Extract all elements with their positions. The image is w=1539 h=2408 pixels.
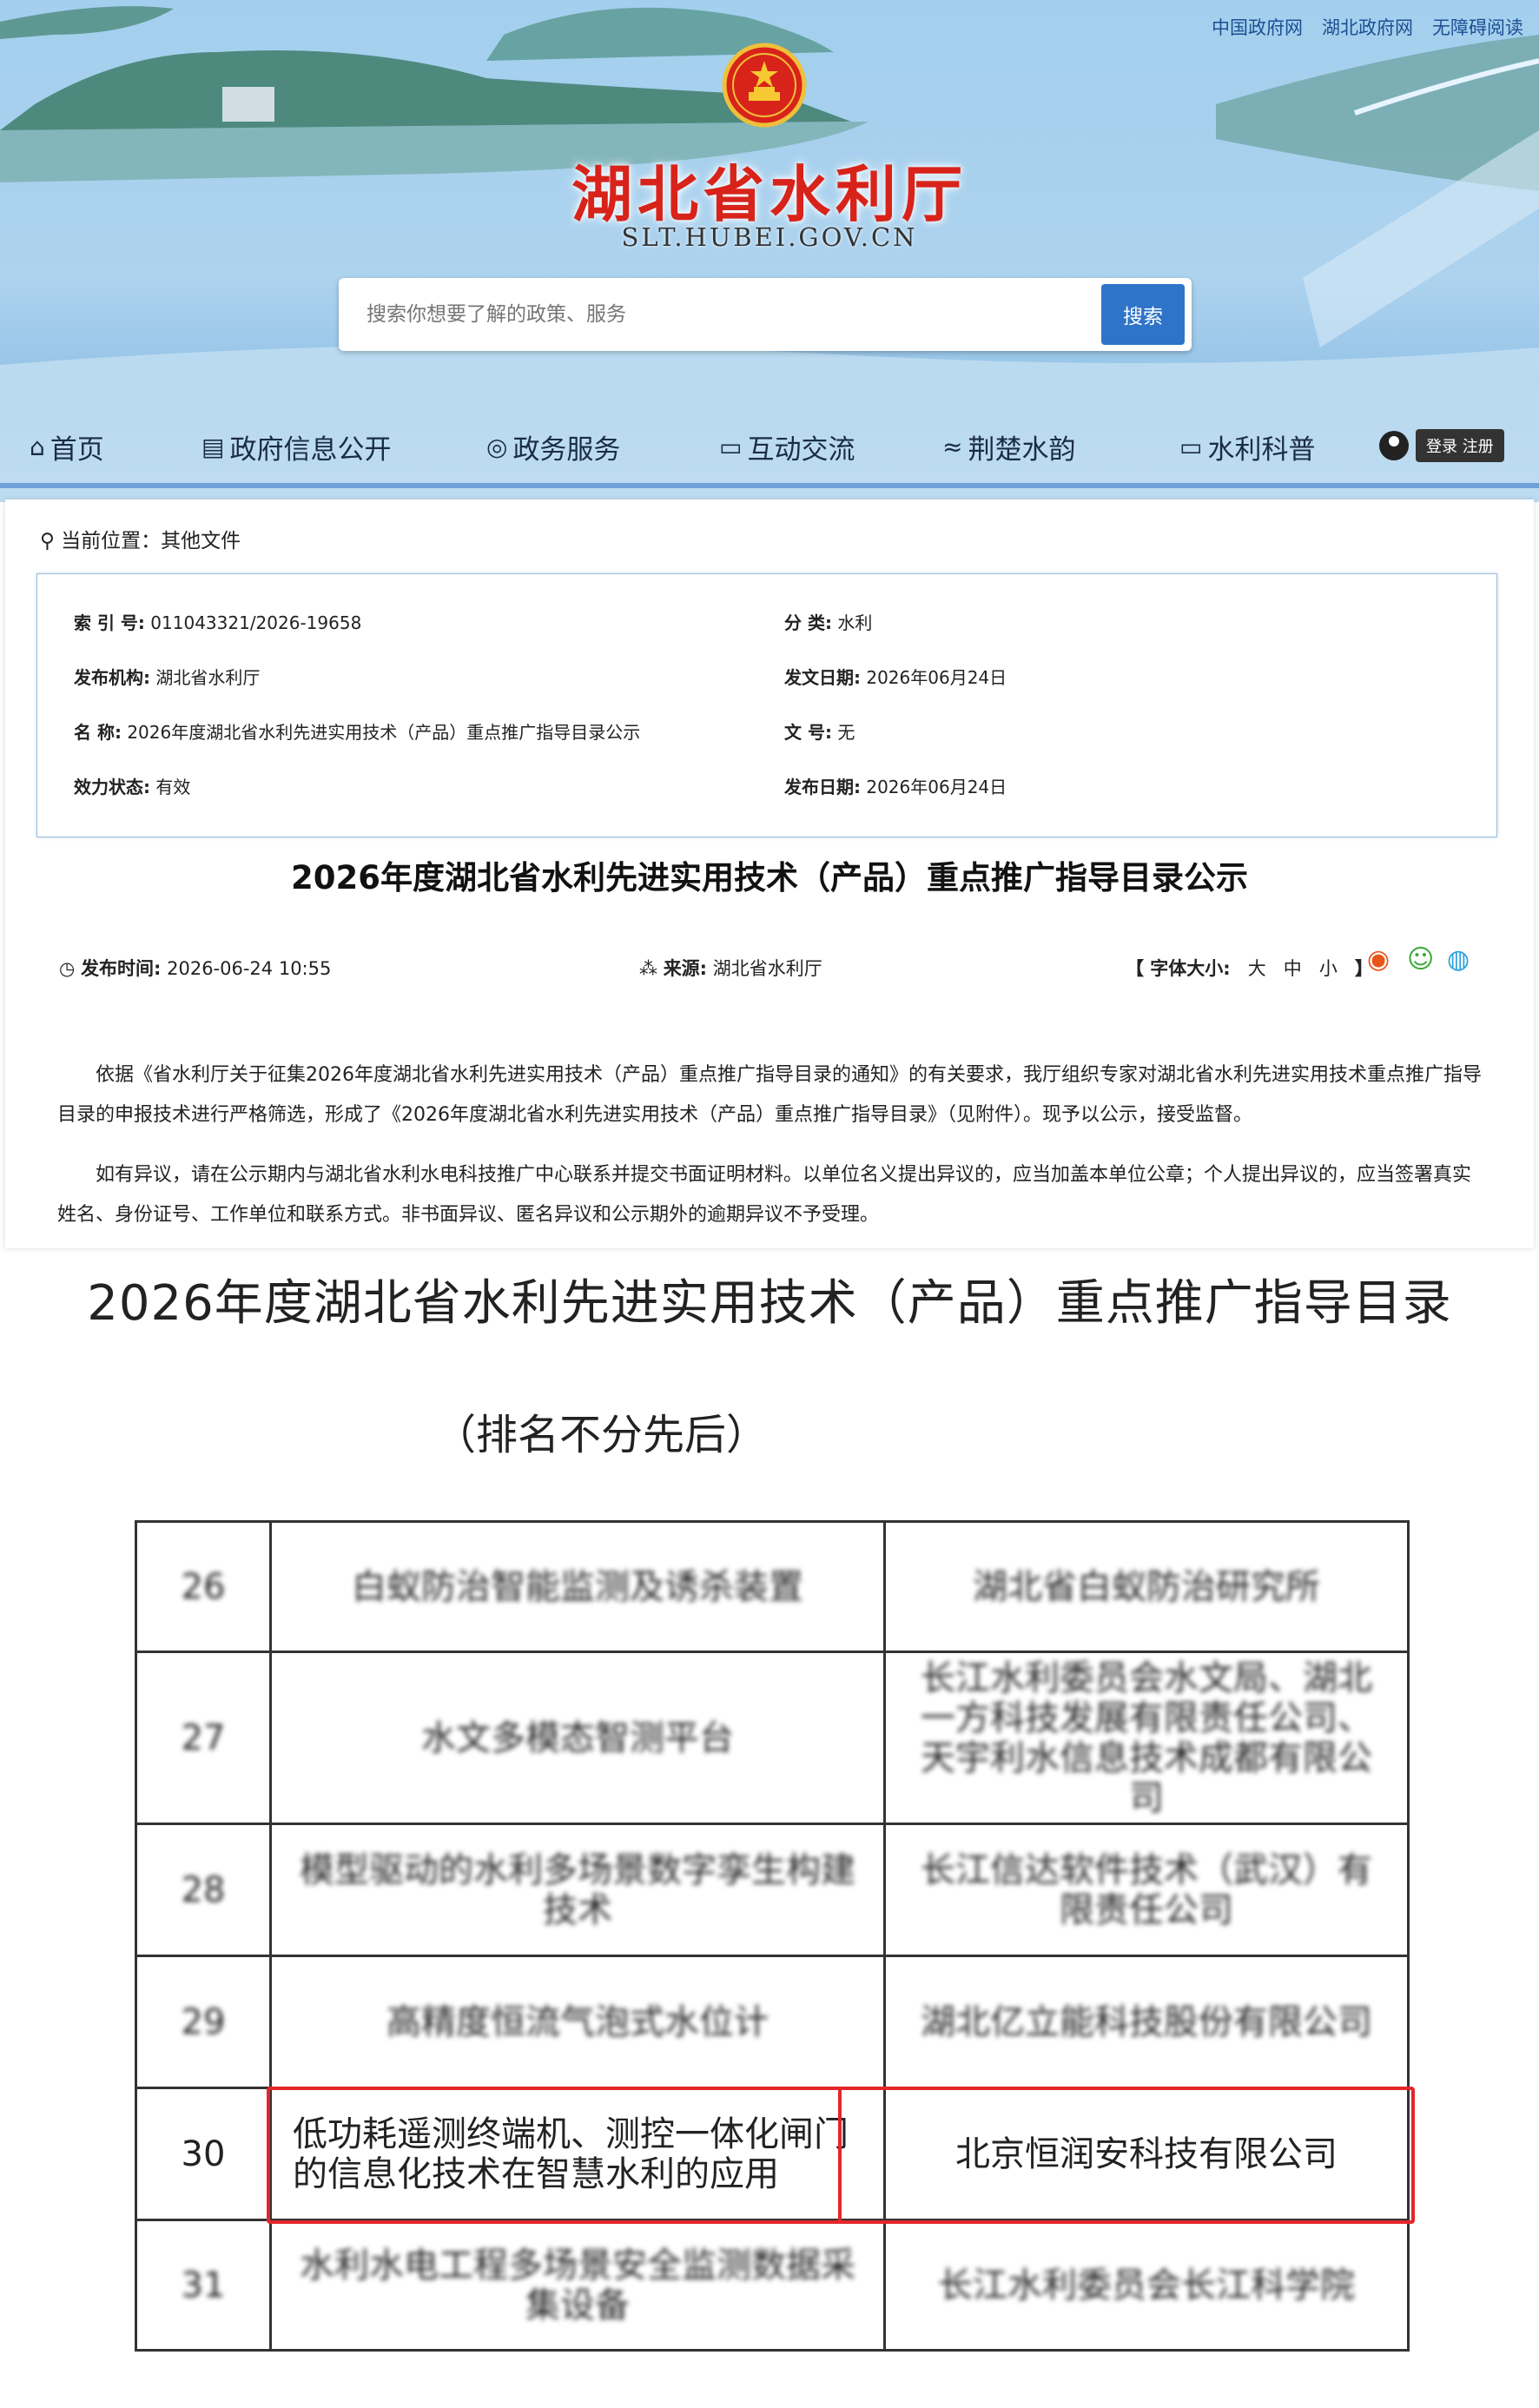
search-input[interactable] (365, 302, 1101, 327)
nav-underline (0, 483, 1539, 488)
meta-doc-number: 文 号: 无 (784, 722, 855, 743)
nav-gov-info-label: 政府信息公开 (229, 434, 392, 466)
nav-gov-service-label: 政务服务 (512, 434, 621, 466)
row-organization: 湖北亿立能科技股份有限公司 (883, 1955, 1410, 2089)
row-technology: 白蚁防治智能监测及诱杀装置 (269, 1520, 886, 1653)
article-source: ⁂ 来源: 湖北省水利厅 (639, 958, 822, 979)
link-china-gov[interactable]: 中国政府网 (1212, 14, 1303, 40)
meta-index: 索 引 号: 011043321/2026-19658 (74, 612, 362, 633)
table-row: 27 水文多模态智测平台 长江水利委员会水文局、湖北一方科技发展有限责任公司、天… (135, 1651, 1410, 1825)
home-icon: ⌂ (30, 433, 45, 461)
source-icon: ⁂ (639, 958, 657, 979)
row-number: 27 (135, 1651, 272, 1825)
row-number: 26 (135, 1520, 272, 1653)
nav-interaction[interactable]: ▭ 互动交流 (719, 427, 855, 466)
directory-subtitle: （排名不分先后） (434, 1411, 769, 1459)
nav-gov-service[interactable]: ◎ 政务服务 (486, 427, 620, 466)
meta-status: 效力状态: 有效 (74, 777, 191, 797)
chat-icon: ▭ (719, 433, 743, 461)
row-number: 31 (135, 2219, 272, 2352)
nav-science[interactable]: ▭ 水利科普 (1179, 427, 1315, 466)
directory-table: 26 白蚁防治智能监测及诱杀装置 湖北省白蚁防治研究所 27 水文多模态智测平台… (135, 1520, 1410, 2352)
directory-title: 2026年度湖北省水利先进实用技术（产品）重点推广指导目录 (87, 1275, 1452, 1332)
site-domain: SLT.HUBEI.GOV.CN (621, 222, 918, 252)
publish-time: ◷ 发布时间: 2026-06-24 10:55 (59, 958, 332, 979)
site-header: 中国政府网 湖北政府网 无障碍阅读 湖北省水利厅 SLT.HUBEI.GOV.C… (0, 0, 1539, 502)
service-icon: ◎ (486, 433, 508, 461)
meta-name: 名 称: 2026年度湖北省水利先进实用技术（产品）重点推广指导目录公示 (74, 722, 641, 743)
nav-gov-info[interactable]: ▤ 政府信息公开 (201, 427, 391, 466)
table-row: 26 白蚁防治智能监测及诱杀装置 湖北省白蚁防治研究所 (135, 1520, 1410, 1653)
breadcrumb-current[interactable]: 其他文件 (161, 530, 241, 552)
nav-jingchu-label: 荆楚水韵 (968, 434, 1076, 466)
weibo-share-icon[interactable]: ◉ (1367, 944, 1390, 975)
font-medium-button[interactable]: 中 (1284, 958, 1302, 979)
row-technology: 低功耗遥测终端机、测控一体化闸门的信息化技术在智慧水利的应用 (269, 2087, 886, 2221)
content-panel: ⚲ 当前位置：其他文件 索 引 号: 011043321/2026-19658 … (5, 499, 1534, 1248)
font-small-button[interactable]: 小 (1319, 958, 1338, 979)
wave-icon: ≈ (942, 433, 963, 461)
row-number: 30 (135, 2087, 272, 2221)
search-bar: 搜索 (339, 278, 1192, 351)
link-hubei-gov[interactable]: 湖北政府网 (1322, 14, 1413, 40)
national-emblem-icon (722, 43, 807, 128)
location-pin-icon: ⚲ (40, 530, 55, 552)
row-technology: 模型驱动的水利多场景数字孪生构建技术 (269, 1823, 886, 1957)
article-title: 2026年度湖北省水利先进实用技术（产品）重点推广指导目录公示 (291, 859, 1248, 896)
wechat-share-icon[interactable]: ☺ (1407, 944, 1434, 975)
row-technology: 水文多模态智测平台 (269, 1651, 886, 1825)
meta-publisher: 发布机构: 湖北省水利厅 (74, 667, 261, 688)
row-organization: 长江水利委员会长江科学院 (883, 2219, 1410, 2352)
row-number: 29 (135, 1955, 272, 2089)
breadcrumb-label: 当前位置： (61, 530, 162, 552)
article-paragraph-2: 如有异议，请在公示期内与湖北省水利水电科技推广中心联系并提交书面证明材料。以单位… (57, 1164, 1472, 1226)
row-organization: 湖北省白蚁防治研究所 (883, 1520, 1410, 1653)
row-number: 28 (135, 1823, 272, 1957)
document-meta-box: 索 引 号: 011043321/2026-19658 分 类: 水利 发布机构… (36, 573, 1497, 837)
nav-home[interactable]: ⌂ 首页 (30, 427, 104, 466)
science-icon: ▭ (1179, 433, 1203, 461)
nav-home-label: 首页 (50, 434, 104, 466)
nav-science-label: 水利科普 (1207, 434, 1316, 466)
link-accessibility[interactable]: 无障碍阅读 (1432, 14, 1523, 40)
login-area: 登录 注册 (1379, 429, 1504, 462)
nav-interaction-label: 互动交流 (747, 434, 855, 466)
login-register-button[interactable]: 登录 注册 (1416, 429, 1504, 462)
meta-category: 分 类: 水利 (784, 612, 873, 633)
nav-jingchu[interactable]: ≈ 荆楚水韵 (942, 427, 1075, 466)
row-organization: 长江水利委员会水文局、湖北一方科技发展有限责任公司、天宇利水信息技术成都有限公司 (883, 1651, 1410, 1825)
meta-issue-date: 发文日期: 2026年06月24日 (784, 667, 1007, 688)
top-links: 中国政府网 湖北政府网 无障碍阅读 (1212, 14, 1523, 40)
meta-pub-date: 发布日期: 2026年06月24日 (784, 777, 1007, 797)
table-row: 30 低功耗遥测终端机、测控一体化闸门的信息化技术在智慧水利的应用 北京恒润安科… (135, 2087, 1410, 2221)
document-icon: ▤ (201, 433, 225, 461)
row-technology: 水利水电工程多场景安全监测数据采集设备 (269, 2219, 886, 2352)
user-avatar-icon (1379, 431, 1409, 460)
font-size-control: 【 字体大小: 大 中 小 】 (1126, 958, 1373, 979)
font-large-button[interactable]: 大 (1248, 958, 1266, 979)
row-technology: 高精度恒流气泡式水位计 (269, 1955, 886, 2089)
clock-icon: ◷ (59, 958, 76, 979)
main-nav: ⌂ 首页 ▤ 政府信息公开 ◎ 政务服务 ▭ 互动交流 ≈ 荆楚水韵 ▭ 水利科… (0, 419, 1539, 476)
row-organization: 北京恒润安科技有限公司 (883, 2087, 1410, 2221)
breadcrumb: ⚲ 当前位置：其他文件 (40, 524, 241, 553)
table-row: 31 水利水电工程多场景安全监测数据采集设备 长江水利委员会长江科学院 (135, 2219, 1410, 2352)
site-title: 湖北省水利厅 (571, 158, 968, 230)
table-row: 28 模型驱动的水利多场景数字孪生构建技术 长江信达软件技术（武汉）有限责任公司 (135, 1823, 1410, 1957)
article-paragraph-1: 依据《省水利厅关于征集2026年度湖北省水利先进实用技术（产品）重点推广指导目录… (57, 1064, 1482, 1126)
table-row: 29 高精度恒流气泡式水位计 湖北亿立能科技股份有限公司 (135, 1955, 1410, 2089)
qzone-share-icon[interactable]: ◍ (1447, 944, 1470, 975)
search-button[interactable]: 搜索 (1101, 284, 1185, 345)
row-organization: 长江信达软件技术（武汉）有限责任公司 (883, 1823, 1410, 1957)
